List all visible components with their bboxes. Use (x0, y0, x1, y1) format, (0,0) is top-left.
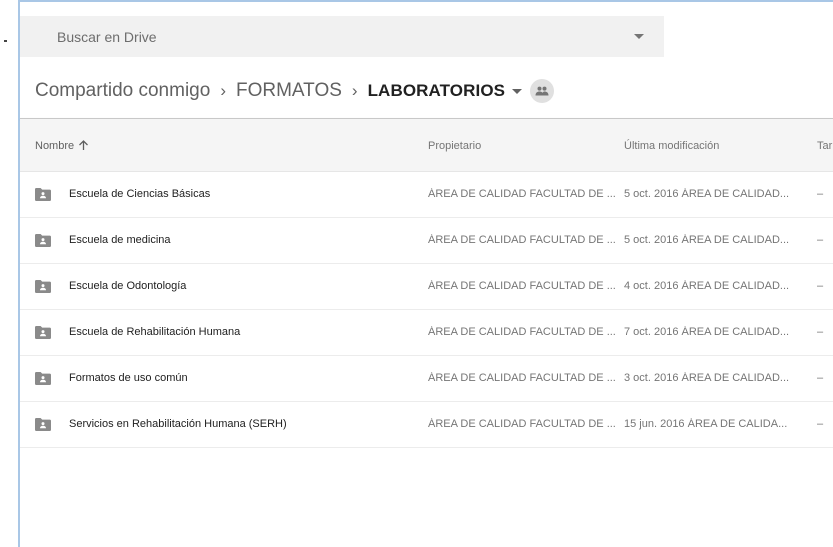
file-last-modified: 4 oct. 2016 ÁREA DE CALIDAD... (624, 280, 790, 292)
file-last-modified: 15 jun. 2016 ÁREA DE CALIDA... (624, 418, 788, 430)
column-header-last-modified[interactable]: Última modificación (624, 140, 719, 152)
breadcrumb-separator-icon: › (220, 81, 226, 100)
file-last-modified: 3 oct. 2016 ÁREA DE CALIDAD... (624, 372, 790, 384)
shared-people-icon[interactable] (530, 79, 555, 103)
left-panel-edge (0, 0, 19, 547)
file-name: Escuela de Rehabilitación Humana (69, 326, 241, 338)
search-icon-fragment (4, 40, 7, 42)
breadcrumb: Compartido conmigo › FORMATOS › LABORATO… (35, 78, 555, 104)
file-name: Formatos de uso común (69, 372, 188, 384)
file-size: – (817, 418, 824, 430)
shared-folder-icon (35, 280, 51, 293)
file-name: Escuela de Ciencias Básicas (69, 188, 211, 200)
column-header-owner[interactable]: Propietario (428, 140, 481, 152)
table-row[interactable]: Escuela de medicina ÁREA DE CALIDAD FACUL… (20, 218, 833, 264)
shared-folder-icon (35, 418, 51, 431)
table-row[interactable]: Formatos de uso común ÁREA DE CALIDAD FAC… (20, 356, 833, 402)
search-options-caret-down-icon[interactable] (634, 34, 644, 39)
breadcrumb-item-shared-with-me[interactable]: Compartido conmigo (35, 80, 210, 102)
file-name: Escuela de Odontología (69, 280, 187, 292)
file-owner: ÁREA DE CALIDAD FACULTAD DE ... (428, 188, 616, 200)
arrow-up-icon[interactable] (78, 140, 89, 154)
table-row[interactable]: Servicios en Rehabilitación Humana (SERH… (20, 402, 833, 448)
file-size: – (817, 234, 824, 246)
shared-folder-icon (35, 188, 51, 201)
search-input[interactable]: Buscar en Drive (57, 29, 157, 45)
file-size: – (817, 326, 824, 338)
table-row[interactable]: Escuela de Odontología ÁREA DE CALIDAD FA… (20, 264, 833, 310)
file-list-header: Nombre Propietario Última modificación T… (20, 119, 833, 172)
file-list: Nombre Propietario Última modificación T… (20, 119, 833, 448)
file-last-modified: 7 oct. 2016 ÁREA DE CALIDAD... (624, 326, 790, 338)
file-size: – (817, 372, 824, 384)
column-header-name-label: Nombre (35, 140, 75, 152)
file-last-modified: 5 oct. 2016 ÁREA DE CALIDAD... (624, 234, 790, 246)
focus-frame-top (18, 0, 833, 2)
file-size: – (817, 188, 824, 200)
file-owner: ÁREA DE CALIDAD FACULTAD DE ... (428, 234, 616, 246)
file-owner: ÁREA DE CALIDAD FACULTAD DE ... (428, 418, 616, 430)
file-owner: ÁREA DE CALIDAD FACULTAD DE ... (428, 280, 616, 292)
column-header-size[interactable]: Tar (817, 140, 832, 152)
file-owner: ÁREA DE CALIDAD FACULTAD DE ... (428, 372, 616, 384)
folder-menu-caret-down-icon[interactable] (512, 88, 523, 94)
file-size: – (817, 280, 824, 292)
breadcrumb-separator-icon: › (351, 81, 358, 100)
column-header-name[interactable]: Nombre (35, 140, 89, 154)
breadcrumb-item-formatos[interactable]: FORMATOS (236, 80, 342, 102)
shared-folder-icon (35, 372, 51, 385)
file-name: Escuela de medicina (69, 234, 171, 246)
file-last-modified: 5 oct. 2016 ÁREA DE CALIDAD... (624, 188, 790, 200)
table-row[interactable]: Escuela de Rehabilitación Humana ÁREA DE … (20, 310, 833, 356)
breadcrumb-current-folder[interactable]: LABORATORIOS (368, 81, 506, 101)
table-row[interactable]: Escuela de Ciencias Básicas ÁREA DE CALID… (20, 172, 833, 218)
shared-folder-icon (35, 234, 51, 247)
file-name: Servicios en Rehabilitación Humana (SERH… (69, 418, 287, 430)
file-owner: ÁREA DE CALIDAD FACULTAD DE ... (428, 326, 616, 338)
shared-folder-icon (35, 326, 51, 339)
search-bar[interactable]: Buscar en Drive (20, 16, 664, 57)
